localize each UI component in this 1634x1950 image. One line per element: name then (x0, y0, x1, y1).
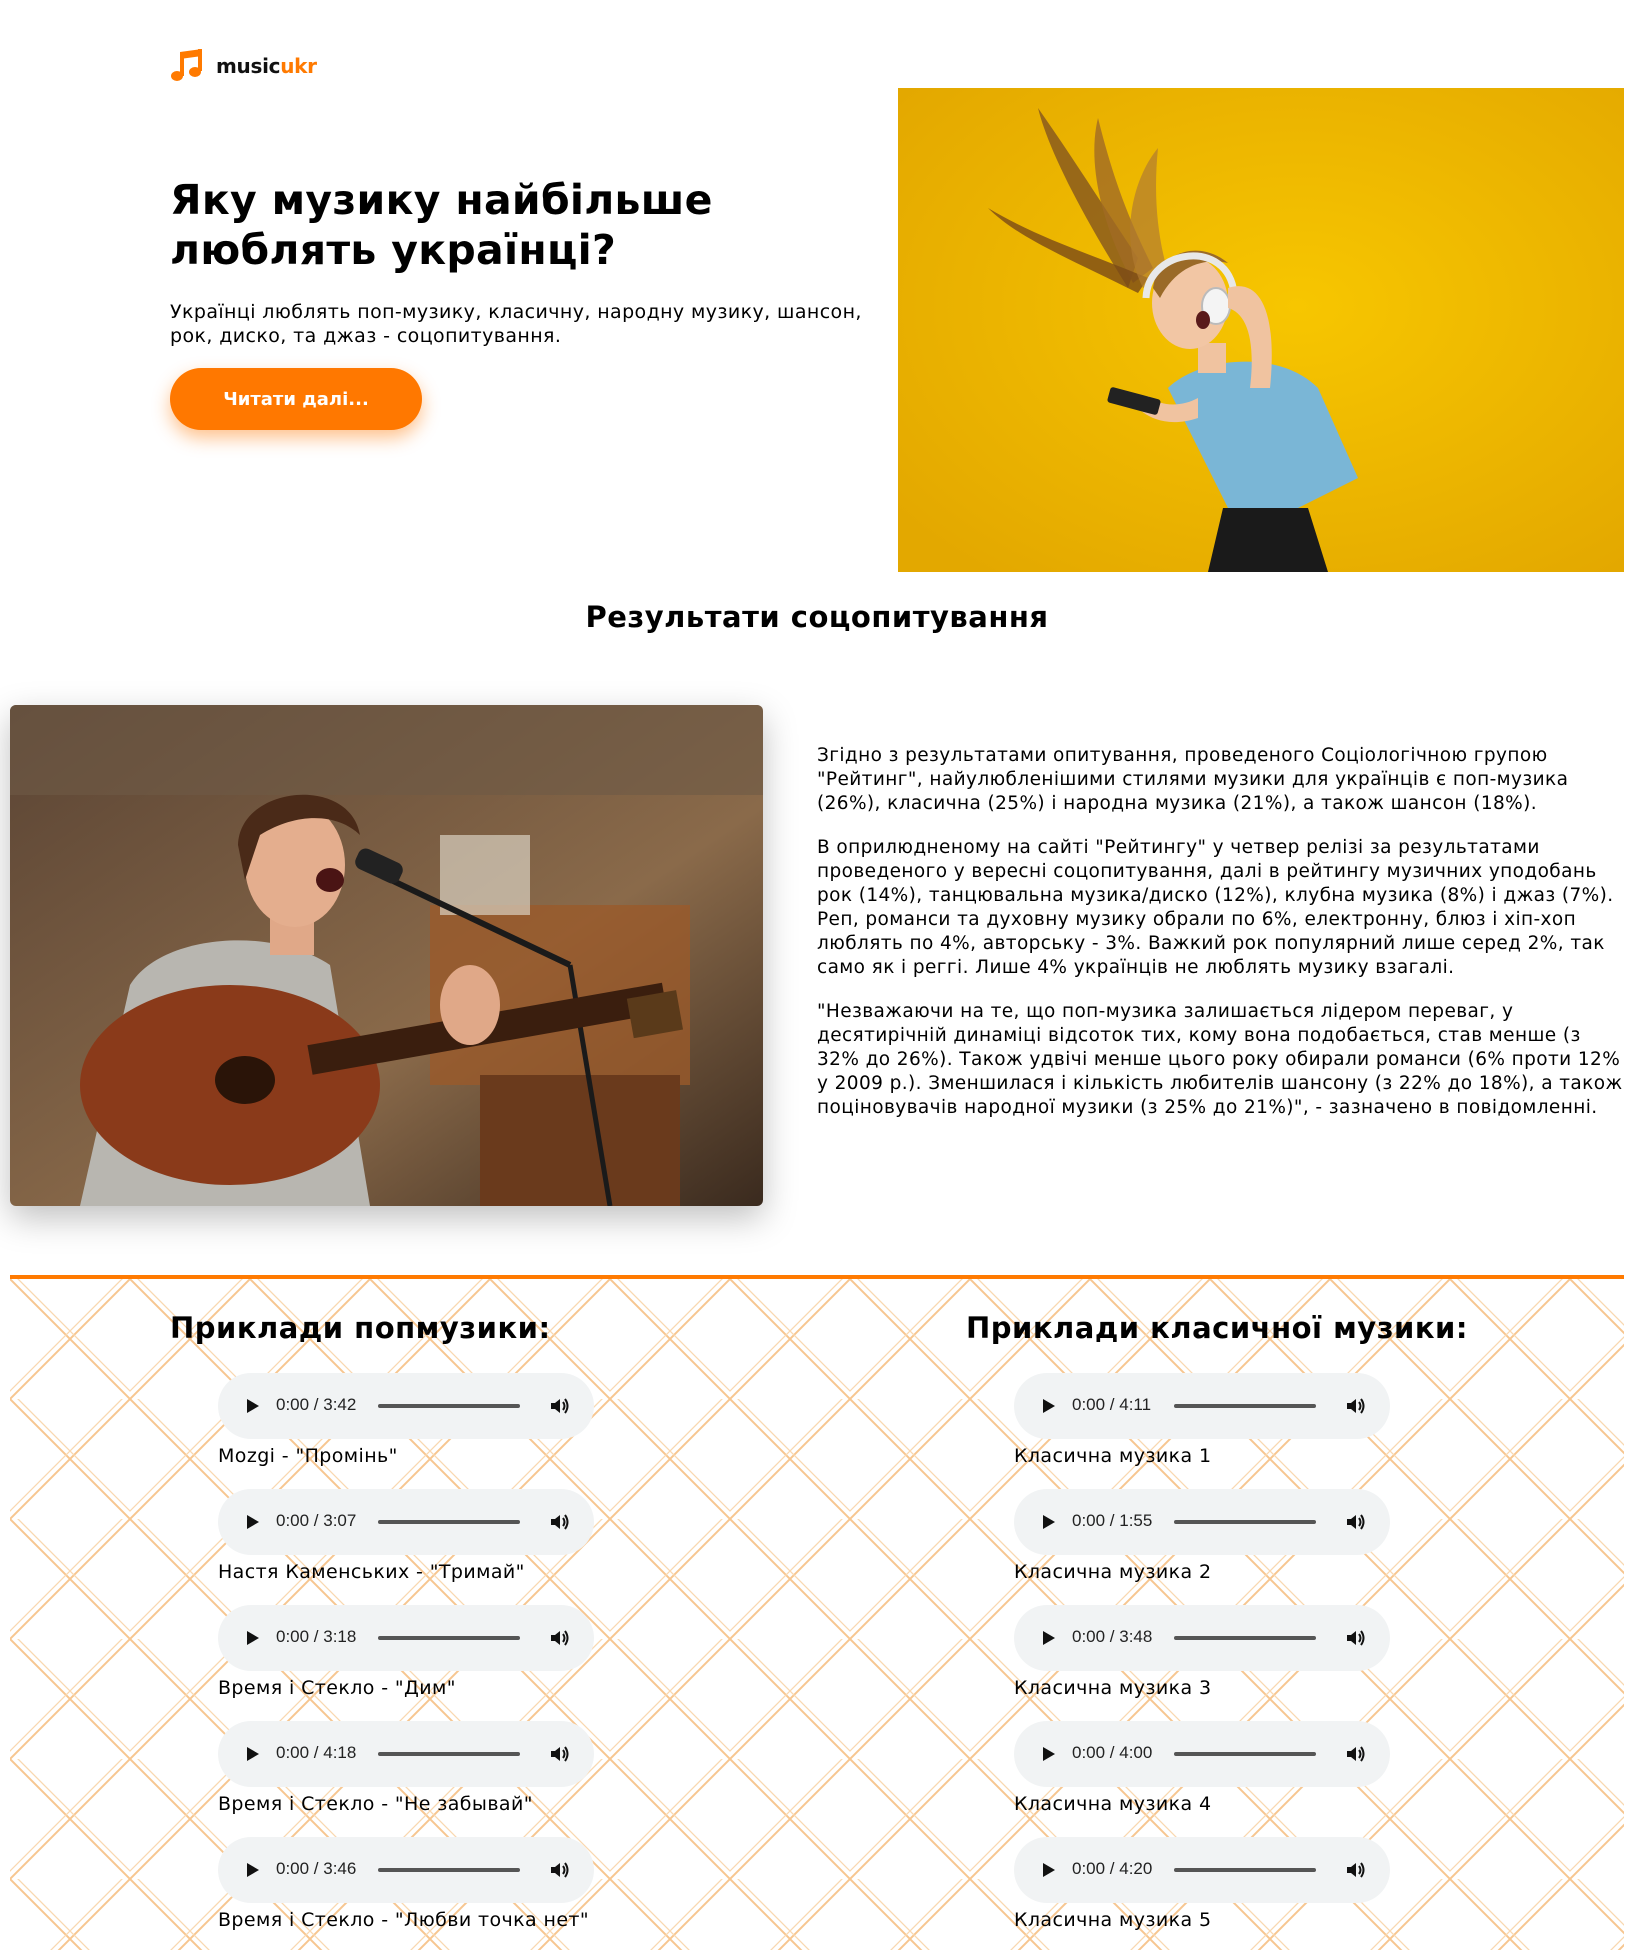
volume-icon[interactable] (1344, 1626, 1368, 1650)
play-icon[interactable] (242, 1860, 262, 1880)
hero-image (898, 88, 1624, 572)
volume-icon[interactable] (548, 1742, 572, 1766)
brand-name: musicukr (216, 54, 317, 78)
seek-bar[interactable] (1174, 1404, 1316, 1408)
play-icon[interactable] (242, 1396, 262, 1416)
track-label: Время і Стекло - "Дим" (218, 1677, 456, 1699)
seek-bar[interactable] (378, 1404, 520, 1408)
play-icon[interactable] (242, 1512, 262, 1532)
track-label: Настя Каменських - "Тримай" (218, 1561, 525, 1583)
volume-icon[interactable] (548, 1626, 572, 1650)
music-examples-section: Приклади попмузики: 0:00 / 3:42 Mozgi - … (10, 1275, 1624, 1950)
volume-icon[interactable] (1344, 1858, 1368, 1882)
seek-bar[interactable] (378, 1520, 520, 1524)
audio-player[interactable]: 0:00 / 4:18 (218, 1721, 594, 1787)
seek-bar[interactable] (378, 1868, 520, 1872)
audio-player[interactable]: 0:00 / 4:11 (1014, 1373, 1390, 1439)
seek-bar[interactable] (378, 1752, 520, 1756)
audio-time: 0:00 / 1:55 (1072, 1511, 1153, 1530)
audio-time: 0:00 / 3:07 (276, 1511, 357, 1530)
pop-title: Приклади попмузики: (170, 1311, 551, 1345)
track-label: Класична музика 5 (1014, 1909, 1212, 1931)
singer-image (10, 705, 763, 1206)
logo[interactable]: musicukr (170, 48, 317, 84)
audio-time: 0:00 / 4:00 (1072, 1743, 1153, 1762)
play-icon[interactable] (242, 1628, 262, 1648)
volume-icon[interactable] (1344, 1742, 1368, 1766)
play-icon[interactable] (1038, 1512, 1058, 1532)
play-icon[interactable] (242, 1744, 262, 1764)
audio-time: 0:00 / 4:20 (1072, 1859, 1153, 1878)
hero-title: Яку музику найбільше люблять українці? (170, 176, 713, 274)
hero-text: Українці люблять поп-музику, класичну, н… (170, 301, 862, 347)
article-paragraph: Згідно з результатами опитування, провед… (817, 745, 1569, 814)
volume-icon[interactable] (1344, 1510, 1368, 1534)
track-label: Класична музика 1 (1014, 1445, 1212, 1467)
track-label: Класична музика 3 (1014, 1677, 1212, 1699)
audio-player[interactable]: 0:00 / 3:46 (218, 1837, 594, 1903)
audio-player[interactable]: 0:00 / 1:55 (1014, 1489, 1390, 1555)
track-label: Класична музика 2 (1014, 1561, 1212, 1583)
play-icon[interactable] (1038, 1396, 1058, 1416)
track-label: Время і Стекло - "Не забывай" (218, 1793, 533, 1815)
volume-icon[interactable] (548, 1510, 572, 1534)
classic-title: Приклади класичної музики: (966, 1311, 1468, 1345)
audio-player[interactable]: 0:00 / 4:00 (1014, 1721, 1390, 1787)
play-icon[interactable] (1038, 1860, 1058, 1880)
audio-time: 0:00 / 3:18 (276, 1627, 357, 1646)
seek-bar[interactable] (1174, 1636, 1316, 1640)
music-note-icon (171, 49, 202, 81)
volume-icon[interactable] (548, 1858, 572, 1882)
audio-time: 0:00 / 4:18 (276, 1743, 357, 1762)
play-icon[interactable] (1038, 1744, 1058, 1764)
seek-bar[interactable] (1174, 1868, 1316, 1872)
track-label: Время і Стекло - "Любви точка нет" (218, 1909, 590, 1931)
section-title: Результати соцопитування (585, 600, 1049, 634)
seek-bar[interactable] (1174, 1752, 1316, 1756)
article-text: Згідно з результатами опитування, провед… (817, 744, 1627, 1140)
audio-player[interactable]: 0:00 / 3:18 (218, 1605, 594, 1671)
audio-time: 0:00 / 3:46 (276, 1859, 357, 1878)
article-paragraph: В оприлюдненому на сайті "Рейтингу" у че… (817, 837, 1614, 978)
audio-player[interactable]: 0:00 / 3:07 (218, 1489, 594, 1555)
audio-time: 0:00 / 3:48 (1072, 1627, 1153, 1646)
seek-bar[interactable] (1174, 1520, 1316, 1524)
audio-player[interactable]: 0:00 / 3:42 (218, 1373, 594, 1439)
play-icon[interactable] (1038, 1628, 1058, 1648)
audio-player[interactable]: 0:00 / 3:48 (1014, 1605, 1390, 1671)
volume-icon[interactable] (1344, 1394, 1368, 1418)
audio-time: 0:00 / 4:11 (1072, 1395, 1152, 1414)
track-label: Класична музика 4 (1014, 1793, 1212, 1815)
audio-time: 0:00 / 3:42 (276, 1395, 357, 1414)
audio-player[interactable]: 0:00 / 4:20 (1014, 1837, 1390, 1903)
article-paragraph: "Незважаючи на те, що поп-музика залишає… (817, 1001, 1623, 1118)
seek-bar[interactable] (378, 1636, 520, 1640)
read-more-button[interactable]: Читати далі... (170, 368, 422, 430)
volume-icon[interactable] (548, 1394, 572, 1418)
track-label: Mozgi - "Промінь" (218, 1445, 398, 1467)
